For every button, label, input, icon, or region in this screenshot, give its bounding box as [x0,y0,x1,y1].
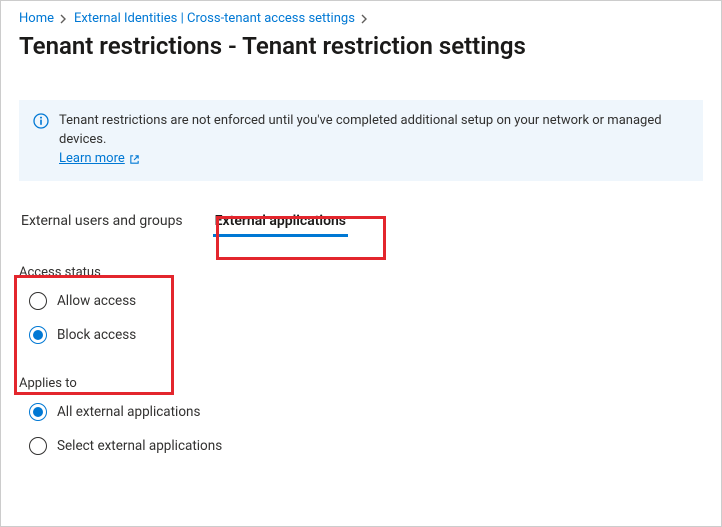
breadcrumb-external-identities[interactable]: External Identities | Cross-tenant acces… [74,11,355,26]
breadcrumb: Home External Identities | Cross-tenant … [19,11,703,26]
learn-more-link[interactable]: Learn more [59,150,140,169]
radio-label: Block access [57,327,136,343]
access-status-label: Access status [19,265,703,280]
chevron-right-icon [60,14,68,24]
page-title: Tenant restrictions - Tenant restriction… [19,32,703,60]
info-banner: Tenant restrictions are not enforced unt… [19,100,703,181]
breadcrumb-home[interactable]: Home [19,11,54,26]
radio-block-access[interactable]: Block access [29,326,703,344]
applies-to-group: All external applications Select externa… [19,403,703,455]
chevron-right-icon [361,14,369,24]
external-link-icon [129,154,140,165]
radio-all-external-applications[interactable]: All external applications [29,403,703,421]
radio-label: All external applications [57,404,200,420]
tab-external-applications[interactable]: External applications [213,207,348,237]
radio-allow-access[interactable]: Allow access [29,292,703,310]
tabs: External users and groups External appli… [19,207,703,237]
radio-icon [29,292,47,310]
access-status-group: Allow access Block access [19,292,703,344]
radio-icon [29,403,47,421]
info-icon [33,113,49,169]
radio-label: Select external applications [57,438,222,454]
applies-to-label: Applies to [19,376,703,391]
info-banner-text: Tenant restrictions are not enforced unt… [59,113,662,147]
radio-icon [29,437,47,455]
radio-label: Allow access [57,293,136,309]
tab-external-users-groups[interactable]: External users and groups [19,207,185,237]
radio-icon [29,326,47,344]
radio-select-external-applications[interactable]: Select external applications [29,437,703,455]
